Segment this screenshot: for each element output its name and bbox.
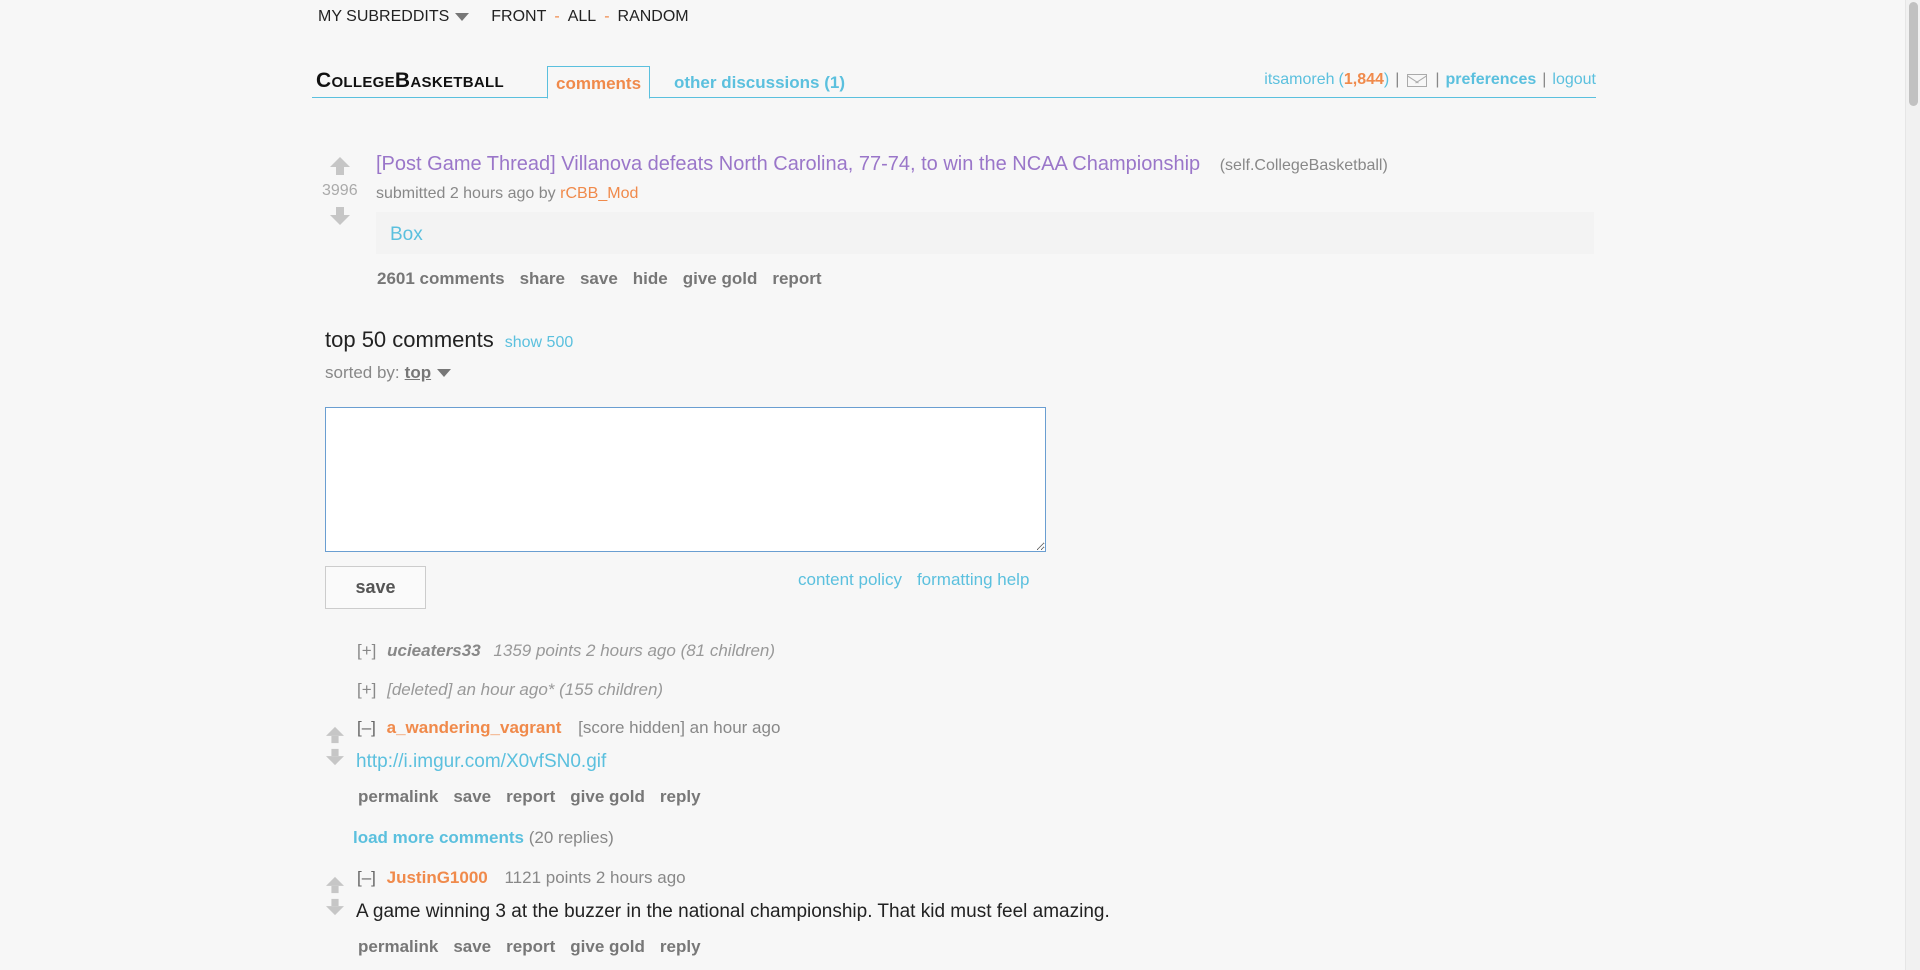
share-button[interactable]: share [520,269,565,289]
post-score: 3996 [322,182,358,199]
report-button[interactable]: report [772,269,821,289]
reply-button[interactable]: reply [660,787,701,807]
comment-link[interactable]: http://i.imgur.com/X0vfSN0.gif [356,751,606,772]
collapsed-comment: [+] [deleted] an hour ago* (155 children… [357,680,663,700]
sort-dropdown[interactable]: top [405,363,431,383]
preferences-link[interactable]: preferences [1446,71,1537,89]
comment-textarea[interactable] [325,407,1046,552]
content-policy-link[interactable]: content policy [798,570,902,590]
post-title-row: [Post Game Thread] Villanova defeats Nor… [376,153,1388,176]
comment-meta: [deleted] an hour ago* (155 children) [387,680,664,699]
pipe-separator: | [1435,71,1440,88]
karma-paren-close: ) [1383,71,1390,88]
comment-save-button[interactable]: save [325,566,426,609]
page-scrollbar[interactable] [1905,0,1920,970]
comments-heading-text: top 50 comments [325,327,494,352]
nav-separator: - [554,8,560,25]
permalink-button[interactable]: permalink [358,787,438,807]
comment-body: A game winning 3 at the buzzer in the na… [356,901,1110,922]
comments-count-link[interactable]: 2601 comments [377,269,505,289]
comment-body: http://i.imgur.com/X0vfSN0.gif [356,751,606,773]
post-vote: 3996 [322,157,358,225]
comment-vote [323,876,347,916]
tab-comments[interactable]: comments [547,66,651,99]
collapse-toggle[interactable]: [–] [357,718,376,737]
give-gold-button[interactable]: give gold [570,937,645,957]
comment-buttons: permalink save report give gold reply [358,937,701,957]
save-button[interactable]: save [580,269,618,289]
scrollbar-thumb[interactable] [1909,2,1918,106]
mail-icon[interactable] [1407,73,1428,87]
upvote-arrow-icon[interactable] [328,157,352,175]
give-gold-button[interactable]: give gold [683,269,758,289]
collapsed-comment: [+] ucieaters33 1359 points 2 hours ago … [357,641,775,661]
nav-all-link[interactable]: ALL [568,8,596,26]
selftext-box-link[interactable]: Box [390,224,423,246]
logout-link[interactable]: logout [1552,71,1596,89]
comment-meta: 1359 points 2 hours ago (81 children) [493,641,776,660]
hide-button[interactable]: hide [633,269,668,289]
username-link[interactable]: itsamoreh [1264,71,1334,89]
downvote-arrow-icon[interactable] [324,748,346,766]
report-button[interactable]: report [506,787,555,807]
my-subreddits-label: MY SUBREDDITS [318,8,450,25]
comment-meta: 1121 points 2 hours ago [504,868,686,887]
user-karma: 1,844 [1343,71,1384,88]
post-author-link[interactable]: rCBB_Mod [560,185,638,202]
post-title-link[interactable]: [Post Game Thread] Villanova defeats Nor… [376,153,1200,175]
chevron-down-icon[interactable] [437,369,452,377]
give-gold-button[interactable]: give gold [570,787,645,807]
permalink-button[interactable]: permalink [358,937,438,957]
comment-author[interactable]: a_wandering_vagrant [387,718,562,737]
comment-form-links: content policy formatting help [798,570,1029,590]
downvote-arrow-icon[interactable] [328,207,352,225]
upvote-arrow-icon[interactable] [324,726,346,744]
comment-header: [–] JustinG1000 1121 points 2 hours ago [357,868,686,888]
nav-separator: - [604,8,610,25]
upvote-arrow-icon[interactable] [324,876,346,894]
load-more-comments: load more comments (20 replies) [353,828,614,848]
chevron-down-icon [455,13,470,21]
nav-random-link[interactable]: RANDOM [618,8,689,26]
my-subreddits-dropdown[interactable]: MY SUBREDDITS [318,8,470,26]
post-selftext: Box [376,212,1594,254]
comment-vote [323,726,347,766]
post-domain[interactable]: (self.CollegeBasketball) [1220,157,1388,174]
report-button[interactable]: report [506,937,555,957]
comment-author[interactable]: ucieaters33 [387,641,481,660]
downvote-arrow-icon[interactable] [324,898,346,916]
post-tagline: submitted 2 hours ago by rCBB_Mod [376,185,638,203]
comment-buttons: permalink save report give gold reply [358,787,701,807]
sort-bar: sorted by: top [325,363,452,383]
load-more-count: (20 replies) [528,828,614,847]
expand-toggle[interactable]: [+] [357,641,376,660]
expand-toggle[interactable]: [+] [357,680,376,699]
submitted-text: submitted 2 hours ago by [376,185,556,202]
comment-meta: [score hidden] an hour ago [578,718,781,737]
load-more-comments-link[interactable]: load more comments [353,828,524,847]
nav-front-link[interactable]: FRONT [491,8,546,26]
comment-header: [–] a_wandering_vagrant [score hidden] a… [357,718,780,738]
post-buttons: 2601 comments share save hide give gold … [377,269,821,289]
sorted-by-label: sorted by: [325,363,400,382]
pipe-separator: | [1542,71,1547,88]
comments-heading: top 50 comments show 500 [325,327,573,353]
collapse-toggle[interactable]: [–] [357,868,376,887]
save-button[interactable]: save [453,937,491,957]
reply-button[interactable]: reply [660,937,701,957]
formatting-help-link[interactable]: formatting help [917,570,1029,590]
show-500-link[interactable]: show 500 [505,334,574,352]
subreddit-header: CollegeBasketball comments other discuss… [312,66,1596,99]
subreddit-title[interactable]: CollegeBasketball [316,69,504,93]
pipe-separator: | [1395,71,1400,88]
user-bar: itsamoreh (1,844) | | preferences | logo… [1264,71,1596,89]
top-nav: MY SUBREDDITS FRONT - ALL - RANDOM [318,6,689,28]
tab-other-discussions[interactable]: other discussions (1) [666,66,853,99]
comment-author[interactable]: JustinG1000 [387,868,488,887]
save-button[interactable]: save [453,787,491,807]
